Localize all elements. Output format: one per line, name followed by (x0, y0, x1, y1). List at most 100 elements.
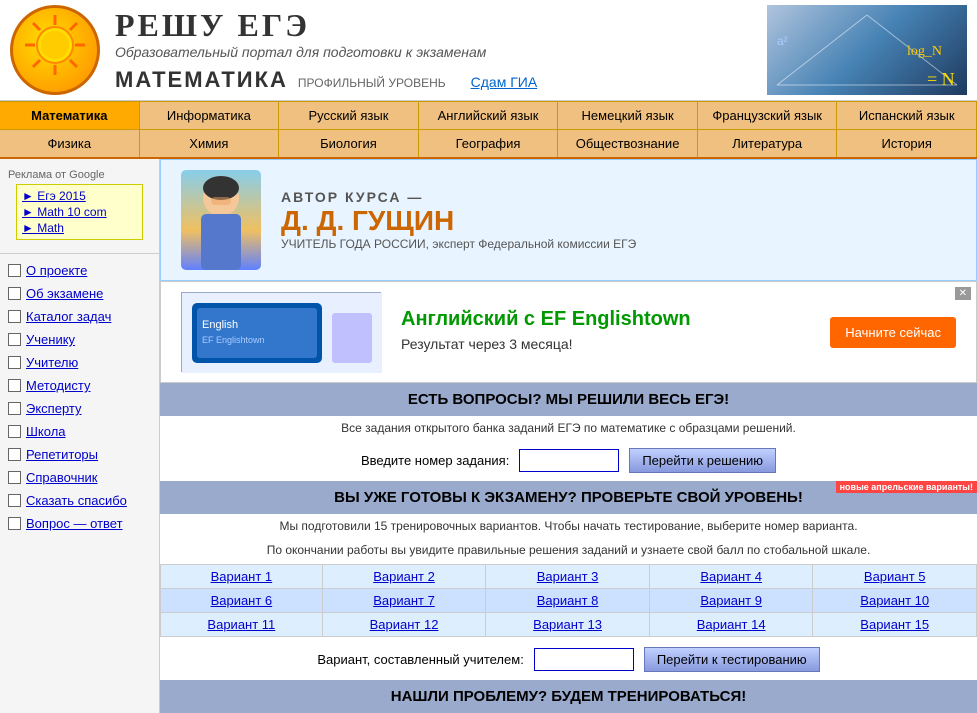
nav-bar-1: Математика Информатика Русский язык Англ… (0, 101, 977, 130)
variant-5[interactable]: Вариант 5 (864, 569, 926, 584)
teacher-variant-input[interactable] (534, 648, 634, 671)
nav-biology[interactable]: Биология (279, 130, 419, 157)
link-about[interactable]: О проекте (26, 263, 87, 278)
sidebar: Реклама от Google Егэ 2015 Math 10 com M… (0, 159, 160, 713)
checkbox-reference[interactable] (8, 471, 21, 484)
sidebar-item-teacher[interactable]: Учителю (0, 351, 159, 374)
questions-subtext: Все задания открытого банка заданий ЕГЭ … (160, 416, 977, 440)
checkbox-question[interactable] (8, 517, 21, 530)
ad-link-math[interactable]: Math (22, 220, 137, 236)
teacher-label: Вариант, составленный учителем: (317, 652, 523, 667)
variant-1[interactable]: Вариант 1 (211, 569, 273, 584)
link-teacher[interactable]: Учителю (26, 355, 78, 370)
nav-french[interactable]: Французский язык (698, 102, 838, 129)
link-question[interactable]: Вопрос — ответ (26, 516, 123, 531)
goa-link[interactable]: Сдам ГИА (471, 74, 538, 90)
go-to-test-button[interactable]: Перейти к тестированию (644, 647, 820, 672)
link-catalog[interactable]: Каталог задач (26, 309, 111, 324)
sidebar-item-thanks[interactable]: Сказать спасибо (0, 489, 159, 512)
checkbox-teacher[interactable] (8, 356, 21, 369)
svg-text:= N: = N (927, 69, 955, 89)
sidebar-item-expert[interactable]: Эксперту (0, 397, 159, 420)
sidebar-ad: Реклама от Google Егэ 2015 Math 10 com M… (0, 164, 159, 248)
checkbox-school[interactable] (8, 425, 21, 438)
link-tutors[interactable]: Репетиторы (26, 447, 98, 462)
test-header: ВЫ УЖЕ ГОТОВЫ К ЭКЗАМЕНУ? ПРОВЕРЬТЕ СВОЙ… (160, 481, 977, 514)
variant-8[interactable]: Вариант 8 (537, 593, 599, 608)
nav-german[interactable]: Немецкий язык (558, 102, 698, 129)
sidebar-item-tutors[interactable]: Репетиторы (0, 443, 159, 466)
checkbox-catalog[interactable] (8, 310, 21, 323)
sidebar-item-question[interactable]: Вопрос — ответ (0, 512, 159, 535)
svg-text:English: English (202, 319, 238, 331)
checkbox-about[interactable] (8, 264, 21, 277)
checkbox-tutors[interactable] (8, 448, 21, 461)
ad-subtitle: Результат через 3 месяца! (401, 336, 830, 352)
site-title: РЕШУ ЕГЭ (115, 7, 767, 44)
link-student[interactable]: Ученику (26, 332, 75, 347)
link-reference[interactable]: Справочник (26, 470, 98, 485)
nav-literature[interactable]: Литература (698, 130, 838, 157)
nav-social[interactable]: Обществознание (558, 130, 698, 157)
ad-highlight: Егэ 2015 Math 10 com Math (16, 184, 143, 240)
variant-14[interactable]: Вариант 14 (697, 617, 766, 632)
link-methodist[interactable]: Методисту (26, 378, 90, 393)
sidebar-item-methodist[interactable]: Методисту (0, 374, 159, 397)
nav-informatics[interactable]: Информатика (140, 102, 280, 129)
teacher-variant-row: Вариант, составленный учителем: Перейти … (160, 639, 977, 680)
nav-bar-2: Физика Химия Биология География Общество… (0, 130, 977, 159)
variant-9[interactable]: Вариант 9 (700, 593, 762, 608)
variant-7[interactable]: Вариант 7 (373, 593, 435, 608)
variant-15[interactable]: Вариант 15 (860, 617, 929, 632)
svg-text:a²: a² (777, 34, 788, 48)
checkbox-thanks[interactable] (8, 494, 21, 507)
variants-row-2: Вариант 6 Вариант 7 Вариант 8 Вариант 9 … (161, 589, 977, 613)
main-layout: Реклама от Google Егэ 2015 Math 10 com M… (0, 159, 977, 713)
nav-chemistry[interactable]: Химия (140, 130, 280, 157)
nav-spanish[interactable]: Испанский язык (837, 102, 977, 129)
sidebar-item-reference[interactable]: Справочник (0, 466, 159, 489)
nav-english[interactable]: Английский язык (419, 102, 559, 129)
sidebar-item-catalog[interactable]: Каталог задач (0, 305, 159, 328)
link-thanks[interactable]: Сказать спасибо (26, 493, 127, 508)
link-exam[interactable]: Об экзамене (26, 286, 103, 301)
ad-link-ege[interactable]: Егэ 2015 (22, 188, 137, 204)
ad-close-button[interactable]: ✕ (955, 287, 971, 300)
nav-history[interactable]: История (837, 130, 977, 157)
ad-cta-button[interactable]: Начните сейчас (830, 317, 956, 348)
checkbox-methodist[interactable] (8, 379, 21, 392)
ad-text: Английский с EF Englishtown Результат че… (401, 308, 830, 357)
variant-4[interactable]: Вариант 4 (700, 569, 762, 584)
checkbox-expert[interactable] (8, 402, 21, 415)
sun-icon (20, 10, 90, 90)
variant-10[interactable]: Вариант 10 (860, 593, 929, 608)
task-input-row: Введите номер задания: Перейти к решению (160, 440, 977, 481)
variant-12[interactable]: Вариант 12 (370, 617, 439, 632)
task-number-input[interactable] (519, 449, 619, 472)
author-banner: АВТОР КУРСА — Д. Д. ГУЩИН УЧИТЕЛЬ ГОДА Р… (160, 159, 977, 281)
sidebar-item-exam[interactable]: Об экзамене (0, 282, 159, 305)
nav-physics[interactable]: Физика (0, 130, 140, 157)
nav-geography[interactable]: География (419, 130, 559, 157)
sidebar-item-about[interactable]: О проекте (0, 259, 159, 282)
sidebar-item-student[interactable]: Ученику (0, 328, 159, 351)
content-area: АВТОР КУРСА — Д. Д. ГУЩИН УЧИТЕЛЬ ГОДА Р… (160, 159, 977, 713)
svg-text:EF Englishtown: EF Englishtown (202, 335, 265, 345)
link-expert[interactable]: Эксперту (26, 401, 82, 416)
variant-11[interactable]: Вариант 11 (207, 617, 275, 632)
sidebar-item-school[interactable]: Школа (0, 420, 159, 443)
variant-13[interactable]: Вариант 13 (533, 617, 602, 632)
nav-russian[interactable]: Русский язык (279, 102, 419, 129)
checkbox-exam[interactable] (8, 287, 21, 300)
go-to-solution-button[interactable]: Перейти к решению (629, 448, 776, 473)
math-label: МАТЕМАТИКА (115, 67, 288, 93)
ad-link-math10[interactable]: Math 10 com (22, 204, 137, 220)
nav-math[interactable]: Математика (0, 102, 140, 129)
variant-3[interactable]: Вариант 3 (537, 569, 599, 584)
variant-6[interactable]: Вариант 6 (211, 593, 273, 608)
header-decoration: log_N = N a² (767, 5, 967, 95)
checkbox-student[interactable] (8, 333, 21, 346)
variants-row-3: Вариант 11 Вариант 12 Вариант 13 Вариант… (161, 613, 977, 637)
variant-2[interactable]: Вариант 2 (373, 569, 435, 584)
link-school[interactable]: Школа (26, 424, 66, 439)
